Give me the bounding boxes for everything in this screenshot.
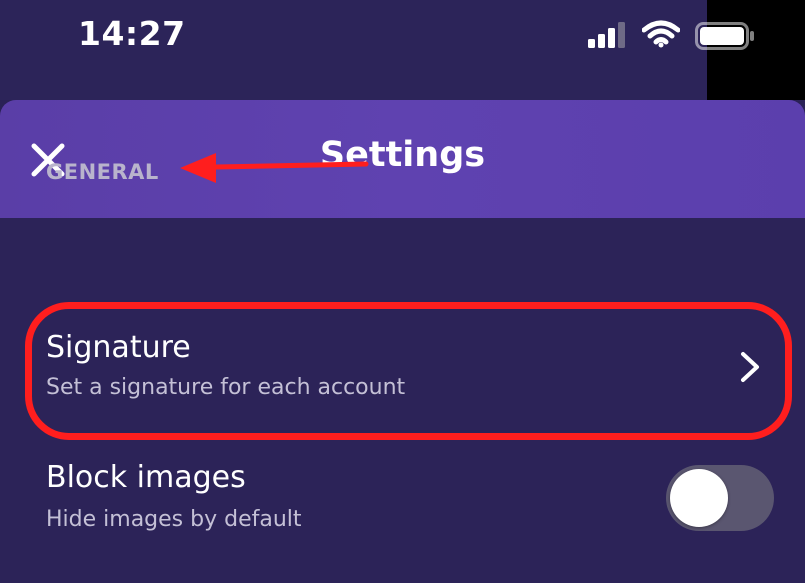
block-images-toggle[interactable] [666, 465, 774, 531]
status-time: 14:27 [78, 14, 186, 53]
block-images-title: Block images [46, 460, 246, 495]
chevron-right-icon [741, 352, 759, 382]
settings-item-block-images: Block images Hide images by default [0, 450, 805, 568]
section-label-general: GENERAL [46, 160, 159, 184]
signal-icon [588, 22, 625, 48]
toggle-knob [670, 469, 728, 527]
status-bar-edge [707, 0, 805, 100]
block-images-subtitle: Hide images by default [46, 507, 302, 532]
signature-subtitle: Set a signature for each account [46, 375, 406, 400]
settings-item-signature[interactable]: Signature Set a signature for each accou… [0, 320, 805, 438]
status-bar: 14:27 [0, 0, 805, 100]
sheet-header: Settings [0, 100, 805, 218]
annotation-arrow-icon [180, 153, 369, 183]
signature-title: Signature [46, 330, 191, 365]
wifi-icon [642, 20, 680, 48]
battery-icon [695, 22, 754, 50]
